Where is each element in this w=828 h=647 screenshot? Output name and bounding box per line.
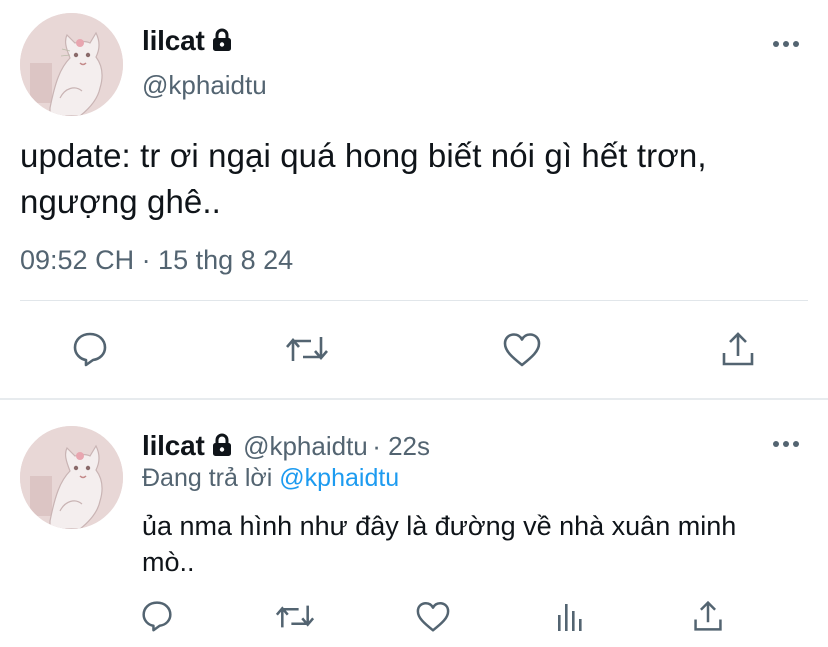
- like-icon[interactable]: [415, 601, 451, 633]
- lock-icon: [211, 433, 233, 457]
- retweet-icon[interactable]: [285, 333, 329, 365]
- tweet-timestamp[interactable]: 09:52 CH · 15 thg 8 24: [20, 245, 293, 276]
- like-icon[interactable]: [502, 332, 542, 368]
- retweet-icon[interactable]: [275, 602, 315, 631]
- reply-text: ủa nma hình như đây là đường về nhà xuân…: [142, 508, 822, 580]
- replying-to-prefix: Đang trả lời: [142, 464, 273, 492]
- tweet-text-line-2: ngượng ghê..: [20, 183, 221, 220]
- author-name-text[interactable]: lilcat: [142, 25, 205, 56]
- lock-icon: [211, 28, 233, 52]
- reply-header: lilcat @kphaidtu · 22s: [142, 430, 430, 462]
- replying-to: Đang trả lời @kphaidtu: [142, 464, 399, 493]
- tweet-text-line-1: update: tr ơi ngại quá hong biết nói gì …: [20, 137, 707, 174]
- cat-avatar-image: [20, 426, 123, 529]
- reply-author-handle[interactable]: @kphaidtu: [243, 431, 368, 461]
- author-name[interactable]: lilcat: [142, 25, 233, 57]
- reply-more-options-icon[interactable]: [772, 438, 800, 450]
- section-divider: [0, 398, 828, 400]
- divider: [20, 300, 808, 301]
- avatar[interactable]: [20, 13, 123, 116]
- reply-avatar[interactable]: [20, 426, 123, 529]
- reply-text-line-1: ủa nma hình như đây là đường về nhà xuân…: [142, 511, 737, 541]
- reply-time[interactable]: · 22s: [372, 431, 430, 461]
- reply-author-name[interactable]: lilcat: [142, 430, 205, 461]
- reply-icon[interactable]: [72, 331, 108, 367]
- share-icon[interactable]: [692, 600, 724, 632]
- share-icon[interactable]: [720, 331, 756, 367]
- cat-avatar-image: [20, 13, 123, 116]
- reply-icon[interactable]: [141, 600, 173, 632]
- reply-text-line-2: mò..: [142, 547, 195, 577]
- replying-to-mention[interactable]: @kphaidtu: [279, 464, 399, 492]
- analytics-icon[interactable]: [555, 601, 585, 633]
- author-handle[interactable]: @kphaidtu: [142, 70, 267, 101]
- tweet-text: update: tr ơi ngại quá hong biết nói gì …: [20, 133, 820, 225]
- more-options-icon[interactable]: [772, 38, 800, 50]
